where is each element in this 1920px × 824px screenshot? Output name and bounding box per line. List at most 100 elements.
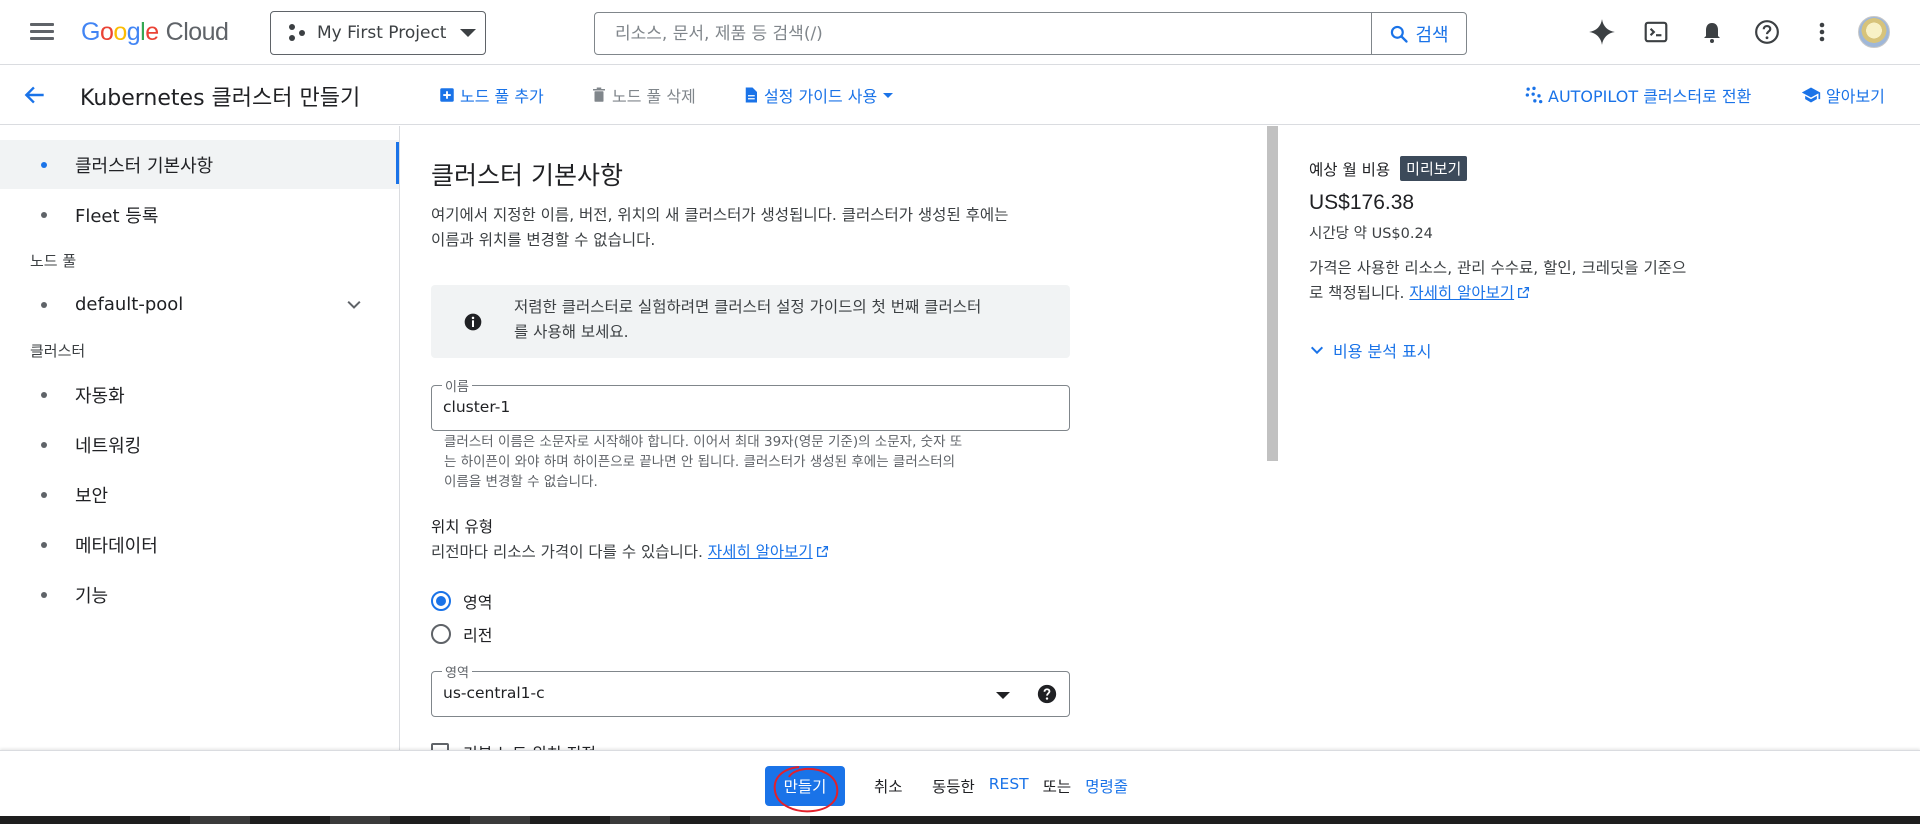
back-arrow-icon[interactable] xyxy=(22,82,48,108)
left-nav: 클러스터 기본사항 Fleet 등록 노드 풀 default-pool 클러스… xyxy=(0,126,400,750)
radio-region[interactable]: 리전 xyxy=(431,622,492,646)
chevron-down-icon[interactable] xyxy=(344,295,364,315)
default-node-location-checkbox[interactable]: 기본 노드 위치 지정 xyxy=(431,740,596,750)
nav-item-networking[interactable]: 네트워킹 xyxy=(0,420,399,469)
add-box-icon xyxy=(440,88,454,102)
main-scrollbar[interactable] xyxy=(1267,126,1278,461)
show-cost-breakdown-label: 비용 분석 표시 xyxy=(1333,342,1432,361)
menu-icon[interactable] xyxy=(26,20,58,44)
equivalent-links: 동등한 REST 또는 명령줄 xyxy=(932,775,1142,797)
zone-select-value: us-central1-c xyxy=(443,684,545,702)
info-line: 를 사용해 보세요. xyxy=(514,323,629,341)
page-header: Kubernetes 클러스터 만들기 노드 풀 추가 노드 풀 삭제 설정 가… xyxy=(0,65,1920,125)
zone-select-label: 영역 xyxy=(442,662,472,681)
add-node-pool-button[interactable]: 노드 풀 추가 xyxy=(438,83,544,107)
nav-item-default-pool[interactable]: default-pool xyxy=(0,280,399,329)
create-button[interactable]: 만들기 xyxy=(765,766,845,806)
chevron-down-icon xyxy=(460,29,477,37)
autopilot-switch-button[interactable]: AUTOPILOT 클러스터로 전환 xyxy=(1524,83,1751,107)
project-name: My First Project xyxy=(317,23,447,43)
project-icon xyxy=(287,23,309,43)
monthly-cost: US$176.38 xyxy=(1309,191,1415,214)
dropdown-arrow-icon[interactable] xyxy=(996,692,1010,699)
radio-button-selected[interactable] xyxy=(431,591,451,611)
autopilot-icon xyxy=(1525,86,1543,104)
autopilot-switch-label: AUTOPILOT 클러스터로 전환 xyxy=(1548,87,1752,106)
nav-item-label: 메타데이터 xyxy=(75,535,158,557)
show-cost-breakdown-button[interactable]: 비용 분석 표시 xyxy=(1309,338,1432,362)
delete-node-pool-button[interactable]: 노드 풀 삭제 xyxy=(590,83,696,107)
cost-panel: 예상 월 비용 미리보기 US$176.38 시간당 약 US$0.24 가격은… xyxy=(1309,126,1909,426)
nav-dot xyxy=(41,161,47,168)
notifications-bell-icon[interactable] xyxy=(1696,16,1728,48)
nav-dot xyxy=(41,391,47,398)
nav-section-node-pool: 노드 풀 xyxy=(30,252,77,270)
section-description: 여기에서 지정한 이름, 버전, 위치의 새 클러스터가 생성됩니다. 클러스터… xyxy=(431,203,1081,253)
help-circle-icon[interactable] xyxy=(1036,683,1058,705)
nav-dot xyxy=(41,591,47,598)
checkbox[interactable] xyxy=(431,743,449,750)
google-cloud-logo[interactable]: Google Cloud xyxy=(81,18,229,47)
name-hint: 클러스터 이름은 소문자로 시작해야 합니다. 이어서 최대 39자(영문 기준… xyxy=(444,432,1064,492)
zone-select[interactable]: 영역 us-central1-c xyxy=(431,662,1070,717)
nav-item-label: 기능 xyxy=(75,585,109,607)
cost-desc-line: 가격은 사용한 리소스, 관리 수수료, 할인, 크레딧을 기준으 xyxy=(1309,259,1687,277)
nav-section-cluster: 클러스터 xyxy=(30,342,86,360)
learn-label: 알아보기 xyxy=(1826,87,1885,106)
add-node-pool-label: 노드 풀 추가 xyxy=(460,87,544,106)
nav-dot xyxy=(41,211,47,218)
info-text: 저렴한 클러스터로 실험하려면 클러스터 설정 가이드의 첫 번째 클러스터 를… xyxy=(514,295,1054,345)
nav-item-metadata[interactable]: 메타데이터 xyxy=(0,520,399,569)
nav-item-label: Fleet 등록 xyxy=(75,205,159,227)
document-icon xyxy=(745,87,757,103)
info-banner: 저렴한 클러스터로 실험하려면 클러스터 설정 가이드의 첫 번째 클러스터 를… xyxy=(431,285,1070,358)
gemini-sparkle-icon[interactable] xyxy=(1586,16,1618,48)
hint-line: 클러스터 이름은 소문자로 시작해야 합니다. 이어서 최대 39자(영문 기준… xyxy=(444,434,963,450)
cloud-shell-icon[interactable] xyxy=(1640,16,1672,48)
hint-line: 이름을 변경할 수 없습니다. xyxy=(444,474,598,490)
avatar[interactable] xyxy=(1858,16,1890,48)
radio-zone[interactable]: 영역 xyxy=(431,589,492,613)
nav-item-features[interactable]: 기능 xyxy=(0,570,399,619)
cost-learn-more-link[interactable]: 자세히 알아보기 xyxy=(1409,284,1514,302)
more-vert-icon[interactable] xyxy=(1806,16,1838,48)
top-bar: GoogleCloud My First Project 검색 xyxy=(0,0,1920,65)
cancel-button[interactable]: 취소 xyxy=(874,775,903,797)
learn-more-link[interactable]: 자세히 알아보기 xyxy=(708,543,813,561)
cost-label-text: 예상 월 비용 xyxy=(1309,160,1391,179)
or-text: 또는 xyxy=(1042,778,1072,796)
cost-desc-line: 로 책정됩니다. xyxy=(1309,284,1405,302)
section-title: 클러스터 기본사항 xyxy=(431,161,623,190)
name-field-value[interactable]: cluster-1 xyxy=(443,398,510,416)
search-input[interactable] xyxy=(595,13,1371,54)
rest-link[interactable]: REST xyxy=(989,775,1029,797)
open-in-new-icon xyxy=(1518,286,1530,299)
nav-item-security[interactable]: 보안 xyxy=(0,470,399,519)
help-icon[interactable] xyxy=(1751,16,1783,48)
nav-item-cluster-basics[interactable]: 클러스터 기본사항 xyxy=(0,140,399,189)
nav-item-fleet[interactable]: Fleet 등록 xyxy=(0,190,399,239)
equivalent-text: 동등한 xyxy=(932,778,975,796)
location-type-title: 위치 유형 xyxy=(431,518,493,536)
setup-guide-button[interactable]: 설정 가이드 사용 xyxy=(742,83,894,107)
learn-button[interactable]: 알아보기 xyxy=(1800,83,1885,107)
project-selector[interactable]: My First Project xyxy=(270,11,486,55)
info-icon xyxy=(464,313,482,331)
hourly-cost: 시간당 약 US$0.24 xyxy=(1309,226,1433,242)
cost-description: 가격은 사용한 리소스, 관리 수수료, 할인, 크레딧을 기준으 로 책정됩니… xyxy=(1309,256,1739,306)
main-content: 클러스터 기본사항 여기에서 지정한 이름, 버전, 위치의 새 클러스터가 생… xyxy=(401,126,1269,750)
radio-zone-label: 영역 xyxy=(463,593,493,612)
name-field[interactable]: 이름 cluster-1 xyxy=(431,376,1070,431)
checkbox-label: 기본 노드 위치 지정 xyxy=(463,740,596,750)
location-type-description: 리전마다 리소스 가격이 다를 수 있습니다. 자세히 알아보기 xyxy=(431,540,829,562)
nav-dot xyxy=(41,491,47,498)
open-in-new-icon xyxy=(816,545,828,558)
page-title: Kubernetes 클러스터 만들기 xyxy=(80,86,361,111)
desc-line: 이름과 위치를 변경할 수 없습니다. xyxy=(431,231,656,249)
radio-button[interactable] xyxy=(431,624,451,644)
bottom-action-bar: 만들기 취소 동등한 REST 또는 명령줄 xyxy=(0,750,1920,816)
search-button[interactable]: 검색 xyxy=(1371,13,1466,54)
command-line-link[interactable]: 명령줄 xyxy=(1085,775,1128,797)
nav-item-automation[interactable]: 자동화 xyxy=(0,370,399,419)
hint-line: 는 하이픈이 와야 하며 하이픈으로 끝나면 안 됩니다. 클러스터가 생성된 … xyxy=(444,454,956,470)
